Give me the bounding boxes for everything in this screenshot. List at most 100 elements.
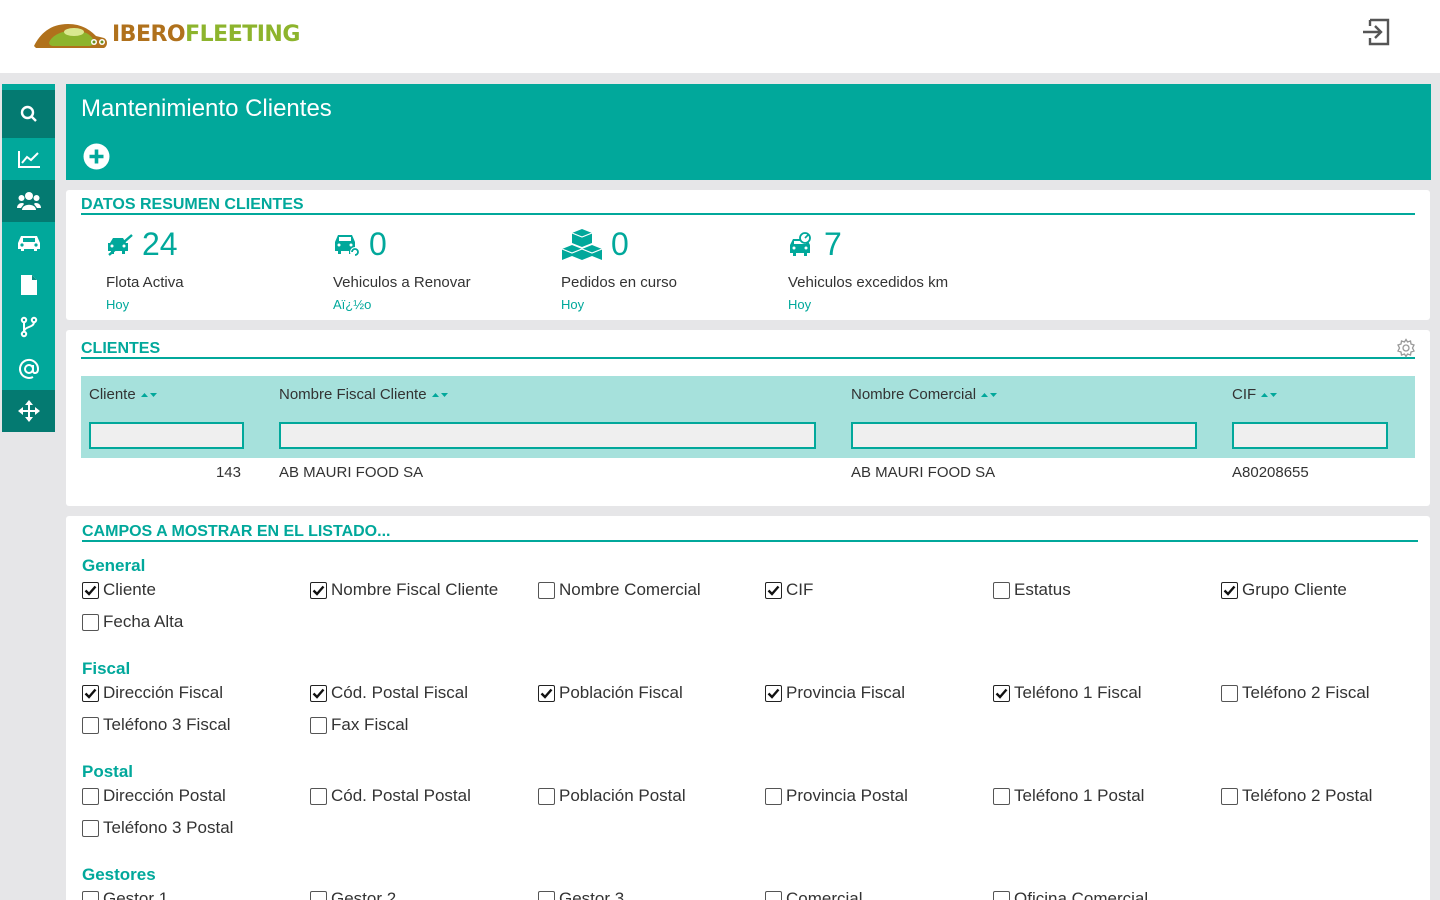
sidebar-item-flujo[interactable] [2, 306, 55, 348]
field-checkbox[interactable]: Gestor 1 [82, 889, 168, 900]
field-checkbox[interactable]: Teléfono 1 Postal [993, 786, 1144, 806]
checkbox-label: Cód. Postal Postal [331, 786, 471, 805]
field-checkbox[interactable]: CIF [765, 580, 813, 600]
column-header-cliente[interactable]: Cliente [89, 386, 158, 403]
field-checkbox[interactable]: Provincia Fiscal [765, 683, 905, 703]
filter-input-nombre-fiscal[interactable] [279, 422, 816, 449]
checkbox-label: Teléfono 3 Fiscal [103, 715, 231, 734]
checkbox-label: Teléfono 1 Fiscal [1014, 683, 1142, 702]
checkbox-checked-icon [993, 684, 1010, 702]
checkbox-label: Dirección Fiscal [103, 683, 223, 702]
kpi-period: Hoy [788, 297, 812, 312]
sidebar-item-clientes[interactable] [2, 180, 55, 222]
checkbox-label: Provincia Postal [786, 786, 908, 805]
field-checkbox[interactable]: Cód. Postal Postal [310, 786, 471, 806]
field-checkbox[interactable]: Teléfono 3 Fiscal [82, 715, 231, 735]
field-checkbox[interactable]: Fecha Alta [82, 612, 183, 632]
kpi-period: Hoy [561, 297, 585, 312]
add-client-button[interactable] [83, 143, 110, 170]
plus-circle-icon [83, 143, 110, 170]
checkbox-empty-icon [993, 787, 1010, 805]
field-checkbox[interactable]: Nombre Comercial [538, 580, 701, 600]
column-header-nombre-comercial[interactable]: Nombre Comercial [851, 386, 998, 403]
car-icon [17, 236, 40, 251]
logout-icon [1363, 18, 1390, 46]
checkbox-label: Fecha Alta [103, 612, 184, 631]
summary-panel: DATOS RESUMEN CLIENTES 24 Flota Activa H… [66, 190, 1430, 320]
sidebar-item-documentos[interactable] [2, 264, 55, 306]
kpi-label: Pedidos en curso [561, 274, 677, 291]
car-renew-icon [335, 234, 360, 257]
sidebar-item-mover[interactable] [2, 390, 55, 432]
field-checkbox[interactable]: Grupo Cliente [1221, 580, 1347, 600]
field-checkbox[interactable]: Gestor 3 [538, 889, 624, 900]
sidebar-item-vehiculos[interactable] [2, 222, 55, 264]
kpi-value: 7 [824, 226, 842, 262]
field-checkbox[interactable]: Población Postal [538, 786, 686, 806]
checkbox-label: Grupo Cliente [1242, 580, 1347, 599]
field-checkbox[interactable]: Teléfono 1 Fiscal [993, 683, 1142, 703]
field-checkbox[interactable]: Gestor 2 [310, 889, 396, 900]
field-checkbox[interactable]: Cód. Postal Fiscal [310, 683, 468, 703]
campos-divider [82, 540, 1418, 542]
field-checkbox[interactable]: Dirección Fiscal [82, 683, 223, 703]
sidebar-item-email[interactable] [2, 348, 55, 390]
checkbox-checked-icon [1221, 581, 1238, 599]
column-header-cif[interactable]: CIF [1232, 386, 1278, 403]
checkbox-label: Teléfono 2 Postal [1242, 786, 1373, 805]
field-checkbox[interactable]: Dirección Postal [82, 786, 226, 806]
checkbox-empty-icon [82, 890, 99, 900]
sidebar-item-stats[interactable] [2, 138, 55, 180]
logout-button[interactable] [1360, 16, 1392, 48]
checkbox-label: Estatus [1014, 580, 1071, 599]
filter-input-nombre-comercial[interactable] [851, 422, 1197, 449]
filter-input-cliente[interactable] [89, 422, 244, 449]
checkbox-label: CIF [786, 580, 814, 599]
checkbox-empty-icon [310, 716, 327, 734]
sidebar-item-search[interactable] [2, 90, 55, 138]
field-checkbox[interactable]: Comercial [765, 889, 863, 900]
checkbox-checked-icon [82, 684, 99, 702]
field-checkbox[interactable]: Nombre Fiscal Cliente [310, 580, 498, 600]
field-checkbox[interactable]: Oficina Comercial [993, 889, 1148, 900]
field-checkbox[interactable]: Fax Fiscal [310, 715, 408, 735]
checkbox-label: Teléfono 2 Fiscal [1242, 683, 1370, 702]
checkbox-label: Fax Fiscal [331, 715, 409, 734]
campos-panel: CAMPOS A MOSTRAR EN EL LISTADO... Genera… [66, 516, 1430, 900]
users-icon [16, 192, 41, 210]
column-header-nombre-fiscal[interactable]: Nombre Fiscal Cliente [279, 386, 449, 403]
grid-settings-button[interactable] [1396, 338, 1416, 358]
checkbox-label: Oficina Comercial [1014, 889, 1149, 900]
field-checkbox[interactable]: Estatus [993, 580, 1071, 600]
kpi-period: Hoy [106, 297, 130, 312]
cell-nombre-fiscal: AB MAURI FOOD SA [279, 464, 424, 481]
field-checkbox[interactable]: Teléfono 3 Postal [82, 818, 233, 838]
field-checkbox[interactable]: Provincia Postal [765, 786, 908, 806]
group-title-general: General [82, 556, 146, 575]
filter-input-cif[interactable] [1232, 422, 1388, 449]
group-title-gestores: Gestores [82, 865, 156, 884]
car-gauge-icon [790, 231, 811, 256]
checkbox-checked-icon [538, 684, 555, 702]
field-checkbox[interactable]: Cliente [82, 580, 156, 600]
cell-cliente: 143 [215, 464, 241, 481]
field-checkbox[interactable]: Teléfono 2 Fiscal [1221, 683, 1370, 703]
checkbox-empty-icon [82, 613, 99, 631]
checkbox-label: Nombre Fiscal Cliente [331, 580, 499, 599]
checkbox-label: Teléfono 3 Postal [103, 818, 234, 837]
clientes-title: CLIENTES [81, 340, 161, 357]
page-header: Mantenimiento Clientes [66, 84, 1431, 180]
checkbox-empty-icon [538, 581, 555, 599]
move-icon [17, 400, 40, 422]
checkbox-label: Dirección Postal [103, 786, 226, 805]
field-checkbox[interactable]: Teléfono 2 Postal [1221, 786, 1372, 806]
checkbox-empty-icon [538, 890, 555, 900]
checkbox-checked-icon [765, 684, 782, 702]
field-checkbox[interactable]: Población Fiscal [538, 683, 683, 703]
column-label: Cliente [89, 386, 136, 403]
sort-icon [980, 391, 998, 399]
checkbox-label: Cliente [103, 580, 156, 599]
grid-header: Cliente Nombre Fiscal Cliente Nombre Com… [81, 376, 1415, 458]
kpi-value: 0 [611, 226, 629, 262]
logo[interactable]: IBEROFLEETING [30, 14, 300, 54]
